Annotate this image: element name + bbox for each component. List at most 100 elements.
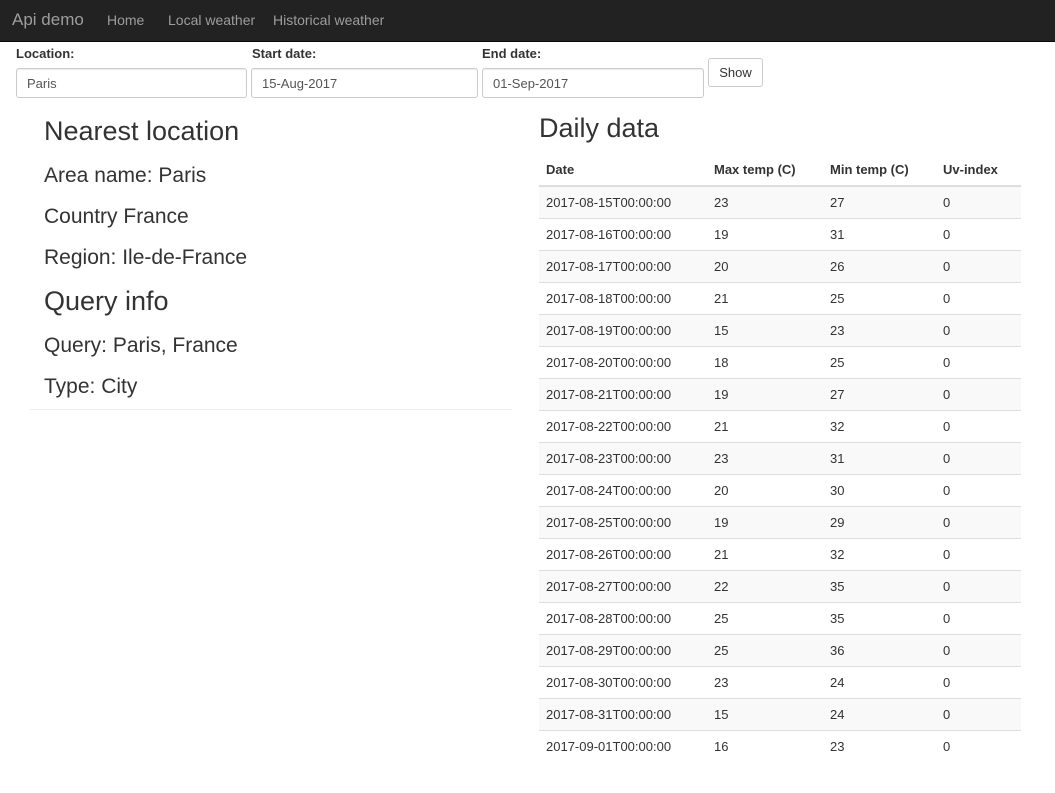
- location-label: Location:: [16, 46, 75, 61]
- table-row: 2017-08-26T00:00:00 21 32 0: [539, 537, 1021, 570]
- header-min-temp: Min temp (C): [823, 154, 936, 187]
- cell-min-temp: 31: [823, 217, 936, 250]
- table-row: 2017-08-28T00:00:00 25 35 0: [539, 601, 1021, 634]
- cell-uv-index: 0: [936, 441, 1021, 474]
- location-input[interactable]: [16, 68, 247, 98]
- cell-date: 2017-08-21T00:00:00: [539, 377, 707, 410]
- cell-date: 2017-09-01T00:00:00: [539, 729, 707, 762]
- table-row: 2017-08-25T00:00:00 19 29 0: [539, 505, 1021, 538]
- cell-uv-index: 0: [936, 473, 1021, 506]
- header-uv-index: Uv-index: [936, 154, 1021, 187]
- cell-date: 2017-08-24T00:00:00: [539, 473, 707, 506]
- cell-max-temp: 25: [707, 601, 823, 634]
- area-name-text: Area name: Paris: [44, 164, 207, 187]
- cell-max-temp: 19: [707, 377, 823, 410]
- cell-date: 2017-08-31T00:00:00: [539, 697, 707, 730]
- cell-min-temp: 36: [823, 633, 936, 666]
- daily-data-table: Date Max temp (C) Min temp (C) Uv-index …: [539, 154, 1021, 762]
- cell-uv-index: 0: [936, 665, 1021, 698]
- cell-date: 2017-08-28T00:00:00: [539, 601, 707, 634]
- cell-date: 2017-08-16T00:00:00: [539, 217, 707, 250]
- cell-max-temp: 20: [707, 249, 823, 282]
- table-row: 2017-08-23T00:00:00 23 31 0: [539, 441, 1021, 474]
- cell-date: 2017-08-30T00:00:00: [539, 665, 707, 698]
- cell-date: 2017-08-22T00:00:00: [539, 409, 707, 442]
- table-row: 2017-08-20T00:00:00 18 25 0: [539, 345, 1021, 378]
- show-button[interactable]: Show: [708, 58, 763, 87]
- cell-date: 2017-08-17T00:00:00: [539, 249, 707, 282]
- table-row: 2017-08-19T00:00:00 15 23 0: [539, 313, 1021, 346]
- cell-max-temp: 23: [714, 194, 729, 210]
- cell-max-temp: 18: [707, 345, 823, 378]
- top-navbar: Api demo Home Local weather Historical w…: [0, 0, 1055, 42]
- cell-uv-index: 0: [936, 697, 1021, 730]
- cell-uv-index: 0: [936, 249, 1021, 282]
- country-text: Country France: [44, 205, 189, 228]
- cell-uv-index: 0: [936, 729, 1021, 762]
- cell-uv-index: 0: [936, 377, 1021, 410]
- table-row: 2017-08-29T00:00:00 25 36 0: [539, 633, 1021, 666]
- region-text: Region: Ile-de-France: [44, 246, 248, 269]
- table-row: 2017-08-30T00:00:00 23 24 0: [539, 665, 1021, 698]
- nav-link-local-weather[interactable]: Local weather: [168, 12, 255, 28]
- cell-date: 2017-08-27T00:00:00: [539, 569, 707, 602]
- cell-min-temp: 26: [823, 249, 936, 282]
- table-row: 2017-08-22T00:00:00 21 32 0: [539, 409, 1021, 442]
- cell-max-temp: 21: [707, 281, 823, 314]
- table-header-row: Date Max temp (C) Min temp (C) Uv-index: [539, 154, 1021, 187]
- cell-date: 2017-08-19T00:00:00: [539, 313, 707, 346]
- cell-max-temp: 20: [707, 473, 823, 506]
- nav-link-home[interactable]: Home: [107, 12, 144, 28]
- cell-uv-index: 0: [936, 633, 1021, 666]
- nav-link-historical-weather[interactable]: Historical weather: [273, 12, 384, 28]
- cell-uv-index: 0: [936, 601, 1021, 634]
- cell-min-temp: 32: [823, 537, 936, 570]
- cell-min-temp: 23: [823, 729, 936, 762]
- table-row: 2017-08-17T00:00:00 20 26 0: [539, 249, 1021, 282]
- cell-date: 2017-08-29T00:00:00: [539, 633, 707, 666]
- cell-uv-index: 0: [936, 281, 1021, 314]
- cell-max-temp: 15: [707, 313, 823, 346]
- table-row: 2017-09-01T00:00:00 16 23 0: [539, 729, 1021, 762]
- cell-min-temp: 35: [823, 601, 936, 634]
- cell-min-temp: 35: [823, 569, 936, 602]
- cell-date: 2017-08-18T00:00:00: [539, 281, 707, 314]
- cell-date: 2017-08-20T00:00:00: [539, 345, 707, 378]
- cell-uv-index: 0: [936, 217, 1021, 250]
- cell-max-temp: 23: [707, 665, 823, 698]
- end-date-input[interactable]: [482, 68, 704, 98]
- cell-date: 2017-08-23T00:00:00: [539, 441, 707, 474]
- cell-min-temp: 24: [823, 665, 936, 698]
- cell-uv-index: 0: [936, 409, 1021, 442]
- table-row: 2017-08-21T00:00:00 19 27 0: [539, 377, 1021, 410]
- cell-uv-index: 0: [936, 345, 1021, 378]
- header-date: Date: [539, 154, 707, 187]
- cell-min-temp: 30: [823, 473, 936, 506]
- start-date-input[interactable]: [251, 68, 478, 98]
- cell-uv-index: 0: [936, 505, 1021, 538]
- daily-data-heading: Daily data: [539, 113, 660, 143]
- query-text: Query: Paris, France: [44, 334, 238, 357]
- cell-uv-index: 0: [936, 569, 1021, 602]
- header-max-temp: Max temp (C): [707, 154, 823, 187]
- location-info-panel: Nearest location Area name: Paris Countr…: [30, 110, 512, 410]
- cell-max-temp: 15: [707, 697, 823, 730]
- query-info-heading: Query info: [44, 286, 169, 316]
- cell-date: 2017-08-26T00:00:00: [539, 537, 707, 570]
- cell-max-temp: 16: [707, 729, 823, 762]
- cell-min-temp: 32: [823, 409, 936, 442]
- navbar-brand[interactable]: Api demo: [12, 10, 84, 30]
- cell-min-temp: 31: [823, 441, 936, 474]
- cell-max-temp: 19: [707, 217, 823, 250]
- cell-uv-index: 0: [936, 313, 1021, 346]
- cell-date: 2017-08-15T00:00:00: [546, 194, 672, 210]
- cell-min-temp: 23: [823, 313, 936, 346]
- cell-max-temp: 23: [707, 441, 823, 474]
- cell-min-temp: 25: [823, 281, 936, 314]
- cell-max-temp: 25: [707, 633, 823, 666]
- cell-min-temp: 24: [823, 697, 936, 730]
- cell-min-temp: 27: [830, 194, 845, 210]
- type-text: Type: City: [44, 375, 138, 398]
- cell-min-temp: 29: [823, 505, 936, 538]
- cell-date: 2017-08-25T00:00:00: [539, 505, 707, 538]
